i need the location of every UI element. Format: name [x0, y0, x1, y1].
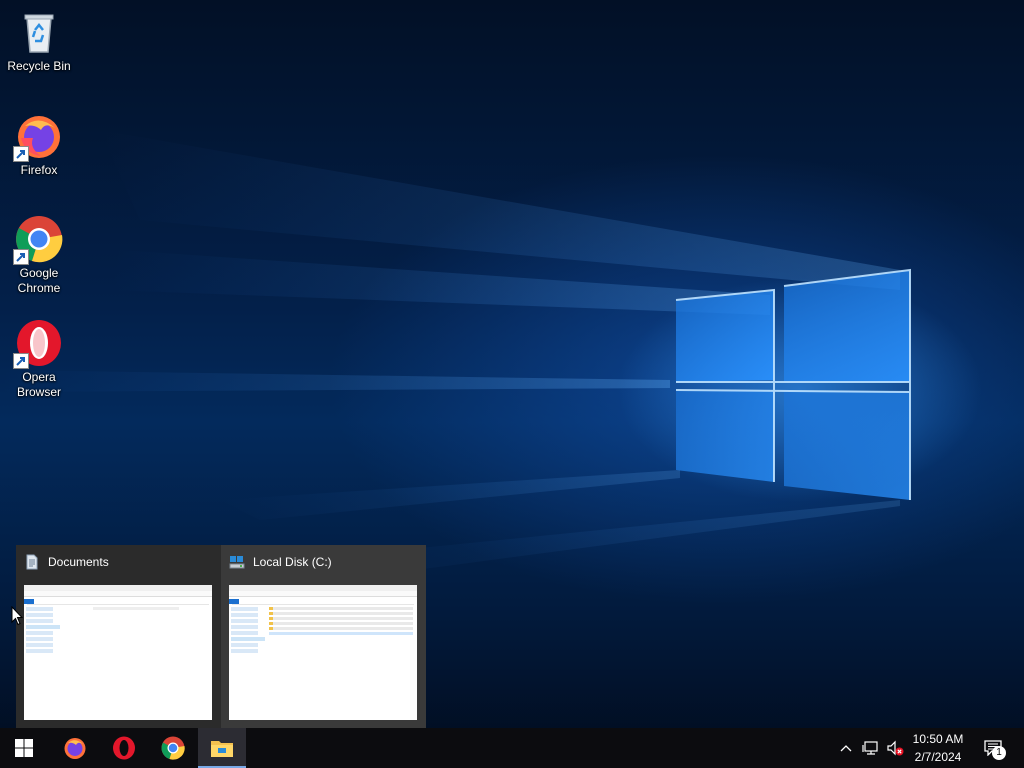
shortcut-arrow-icon [13, 249, 29, 265]
chrome-icon [13, 215, 63, 265]
chrome-icon [161, 736, 185, 760]
start-button[interactable] [0, 728, 48, 768]
desktop-icon-label: Google Chrome [17, 266, 61, 295]
desktop-icon-opera[interactable]: Opera Browser [4, 319, 74, 400]
documents-folder-icon [26, 554, 38, 570]
desktop-icon-label: Recycle Bin [7, 59, 71, 73]
shortcut-arrow-icon [13, 353, 29, 369]
local-disk-icon [229, 556, 245, 569]
desktop-icon-label: Opera Browser [16, 370, 61, 399]
chevron-up-icon [840, 745, 852, 752]
network-tray-button[interactable] [860, 728, 882, 768]
thumbnail-title: Documents [48, 555, 109, 569]
clock-time: 10:50 AM [912, 732, 964, 746]
firefox-icon [13, 112, 63, 162]
volume-muted-icon [887, 740, 904, 756]
taskbar: 10:50 AM 2/7/2024 [0, 728, 1024, 768]
desktop-icon-label: Firefox [20, 163, 58, 177]
taskbar-file-explorer[interactable] [198, 728, 246, 768]
notification-count-badge: 1 [992, 746, 1006, 760]
mouse-cursor-icon [11, 606, 23, 626]
clock-button[interactable]: 10:50 AM 2/7/2024 [905, 730, 971, 766]
opera-icon [113, 736, 135, 760]
thumbnail-documents[interactable]: Documents [16, 545, 221, 728]
recycle-bin-icon [15, 8, 63, 56]
thumbnail-title: Local Disk (C:) [253, 555, 332, 569]
volume-tray-button[interactable] [884, 728, 906, 768]
desktop-icon-chrome[interactable]: Google Chrome [4, 215, 74, 296]
taskbar-opera[interactable] [100, 728, 148, 768]
window-preview [229, 585, 417, 720]
file-explorer-icon [211, 741, 233, 757]
taskbar-thumbnail-popup: Documents Local Disk (C:) [16, 545, 426, 728]
network-icon [862, 741, 878, 755]
firefox-icon [64, 738, 86, 759]
taskbar-chrome[interactable] [149, 728, 197, 768]
desktop-icon-recycle-bin[interactable]: Recycle Bin [4, 8, 74, 74]
shortcut-arrow-icon [13, 146, 29, 162]
taskbar-firefox[interactable] [51, 728, 99, 768]
clock-date: 2/7/2024 [914, 750, 962, 764]
window-preview [24, 585, 212, 720]
desktop-icon-firefox[interactable]: Firefox [4, 112, 74, 178]
show-hidden-icons-button[interactable] [836, 728, 856, 768]
thumbnail-local-disk[interactable]: Local Disk (C:) [221, 545, 426, 728]
windows-start-icon [15, 739, 33, 757]
opera-icon [13, 319, 63, 369]
